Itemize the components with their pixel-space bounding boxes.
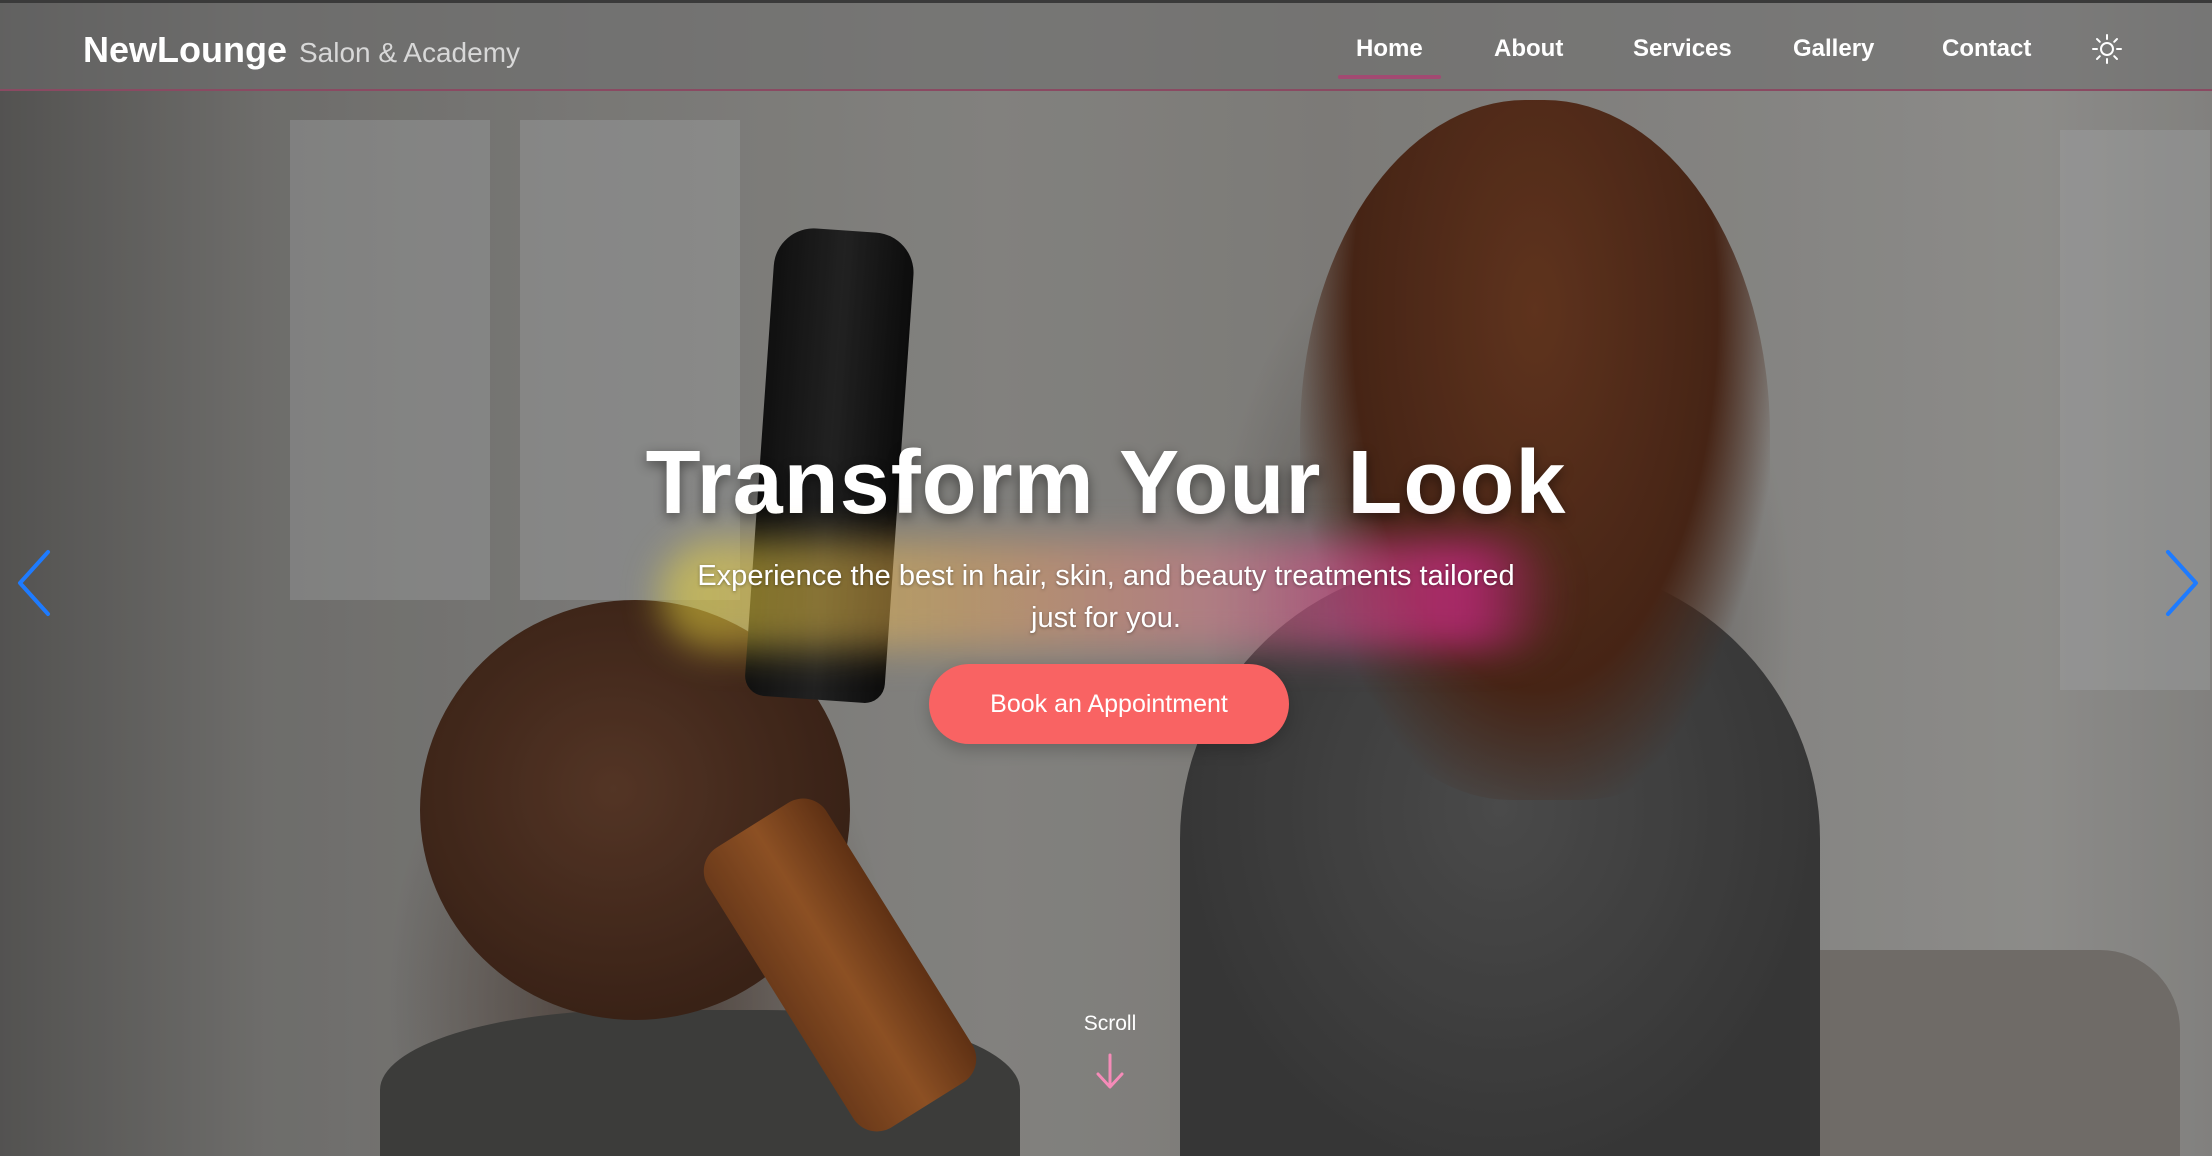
brand-name: NewLounge [83, 29, 287, 70]
arrow-down-icon[interactable] [1093, 1052, 1127, 1092]
nav-item-services[interactable]: Services [1633, 35, 1732, 63]
scroll-label: Scroll [1083, 1012, 1137, 1035]
nav-item-about[interactable]: About [1494, 35, 1563, 63]
hero-subtitle: Experience the best in hair, skin, and b… [697, 560, 1515, 634]
brand-logo[interactable]: NewLounge Salon & Academy [83, 29, 520, 71]
chevron-left-icon[interactable] [14, 548, 54, 618]
sun-icon[interactable] [2091, 33, 2123, 65]
nav-item-contact[interactable]: Contact [1942, 35, 2031, 63]
book-appointment-button[interactable]: Book an Appointment [929, 664, 1289, 744]
nav-item-home[interactable]: Home [1356, 35, 1423, 63]
chevron-right-icon[interactable] [2162, 548, 2202, 618]
nav-item-gallery[interactable]: Gallery [1793, 35, 1874, 63]
nav-active-indicator [1338, 75, 1441, 79]
hero-title: Transform Your Look [645, 433, 1567, 533]
brand-tagline: Salon & Academy [299, 37, 521, 68]
navbar: NewLounge Salon & Academy Home About Ser… [0, 0, 2212, 91]
